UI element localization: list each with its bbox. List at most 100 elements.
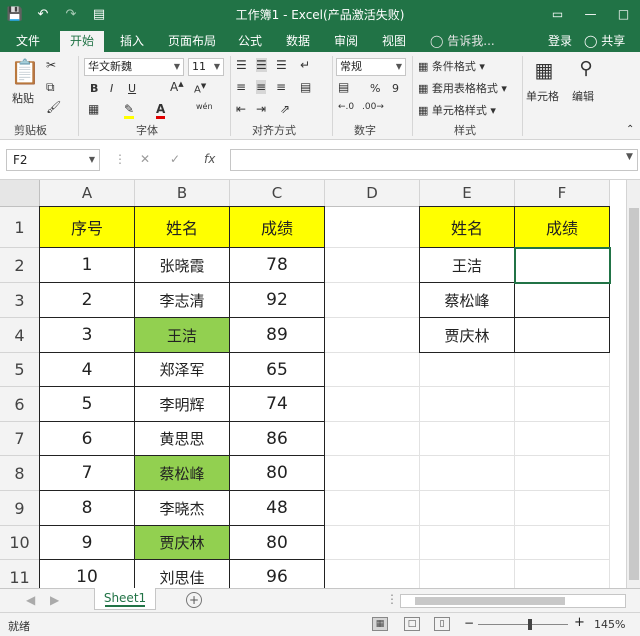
column-header-a[interactable]: A [40,180,135,207]
row-header-7[interactable]: 7 [0,422,40,456]
table-cell-e3[interactable]: 蔡松峰 [419,282,515,318]
share-button[interactable]: ◯ 共享 [584,31,625,52]
table-cell-b7[interactable]: 黄思思 [134,421,230,456]
sheet-tab[interactable]: Sheet1 [94,588,156,610]
page-layout-view-icon[interactable]: □ [404,617,420,631]
cell-d2[interactable] [325,248,420,283]
table-cell-b10[interactable]: 贾庆林 [134,525,230,560]
underline-button[interactable]: U [128,82,136,95]
cell-e8[interactable] [420,456,515,491]
table-cell-a9[interactable]: 8 [39,490,135,526]
ribbon-display-icon[interactable]: ▭ [541,0,574,28]
cell-f11[interactable] [515,560,610,588]
increase-font-icon[interactable]: A▲ [170,80,184,94]
scroll-thumb[interactable] [415,597,565,605]
enter-icon[interactable]: ✓ [170,152,180,166]
format-painter-icon[interactable]: 🖌 [46,100,61,114]
font-size-select[interactable]: 11 ▼ [188,58,224,76]
cell-e7[interactable] [420,422,515,456]
cell-d10[interactable] [325,526,420,560]
cell-f6[interactable] [515,387,610,422]
cell-d1[interactable] [325,207,420,248]
editing-button[interactable]: 编辑 [572,88,594,104]
cell-f5[interactable] [515,353,610,387]
number-format-select[interactable]: 常规 ▼ [336,58,406,76]
tab-file[interactable]: 文件 [6,31,50,52]
table-cell-c10[interactable]: 80 [229,525,325,560]
cell-f7[interactable] [515,422,610,456]
percent-button[interactable]: % [370,82,380,95]
cell-e5[interactable] [420,353,515,387]
column-header-e[interactable]: E [420,180,515,207]
table-cell-b1[interactable]: 姓名 [134,206,230,248]
fill-color-icon[interactable]: ✎ [124,102,135,119]
cell-styles-button[interactable]: ▦ 单元格样式 ▾ [418,102,496,118]
column-header-d[interactable]: D [325,180,420,207]
cell-d5[interactable] [325,353,420,387]
zoom-in-icon[interactable]: + [574,615,585,630]
worksheet-grid[interactable]: ABCDEF 1 2 3 4 5 6 7 8 9 10 11 序号 姓名 成绩 1 张晓霞 78 2 李志清 92 3… [0,180,626,588]
column-header-c[interactable]: C [230,180,325,207]
cells-icon[interactable]: ▦ [530,58,558,82]
increase-decimal-button[interactable]: ←.0 [338,102,354,112]
horizontal-scrollbar[interactable] [400,594,626,608]
table-cell-b4[interactable]: 王洁 [134,317,230,353]
table-cell-f3[interactable] [514,282,610,318]
font-color-icon[interactable]: A [156,102,166,119]
table-cell-a11[interactable]: 10 [39,559,135,588]
align-right-icon[interactable]: ≡ [276,80,286,94]
table-cell-c4[interactable]: 89 [229,317,325,353]
cell-f9[interactable] [515,491,610,526]
cell-e9[interactable] [420,491,515,526]
tab-insert[interactable]: 插入 [110,31,154,52]
cells-button[interactable]: 单元格 [526,88,559,104]
paste-icon[interactable]: 📋 [10,58,40,86]
table-cell-c6[interactable]: 74 [229,386,325,422]
minimize-icon[interactable]: — [574,0,607,28]
row-header-4[interactable]: 4 [0,318,40,353]
collapse-ribbon-icon[interactable]: ⌃ [626,124,634,135]
formula-input[interactable] [230,149,638,171]
row-header-10[interactable]: 10 [0,526,40,560]
table-cell-a10[interactable]: 9 [39,525,135,560]
zoom-slider[interactable] [478,624,568,625]
tab-view[interactable]: 视图 [372,31,416,52]
table-cell-e4[interactable]: 贾庆林 [419,317,515,353]
table-cell-a7[interactable]: 6 [39,421,135,456]
table-cell-c11[interactable]: 96 [229,559,325,588]
orientation-icon[interactable]: ⇗ [280,102,290,116]
tab-review[interactable]: 审阅 [324,31,368,52]
column-header-f[interactable]: F [515,180,610,207]
cell-d7[interactable] [325,422,420,456]
table-cell-f4[interactable] [514,317,610,353]
table-cell-a3[interactable]: 2 [39,282,135,318]
cell-e10[interactable] [420,526,515,560]
table-cell-b5[interactable]: 郑泽军 [134,352,230,387]
expand-formula-icon[interactable]: ▼ [626,152,633,162]
font-name-select[interactable]: 华文新魏 ▼ [84,58,184,76]
decrease-decimal-button[interactable]: .00→ [362,102,384,112]
copy-icon[interactable]: ⧉ [46,80,55,95]
cell-d11[interactable] [325,560,420,588]
decrease-indent-icon[interactable]: ⇤ [236,102,246,116]
table-cell-a2[interactable]: 1 [39,247,135,283]
table-cell-c1[interactable]: 成绩 [229,206,325,248]
comma-button[interactable]: 9 [392,82,399,95]
italic-button[interactable]: I [110,82,113,95]
decrease-font-icon[interactable]: A▼ [194,82,206,95]
cell-d9[interactable] [325,491,420,526]
row-header-9[interactable]: 9 [0,491,40,526]
conditional-format-button[interactable]: ▦ 条件格式 ▾ [418,58,485,74]
cancel-icon[interactable]: ✕ [140,152,150,166]
wrap-text-icon[interactable]: ↵ [300,58,310,72]
align-left-icon[interactable]: ≡ [236,80,246,94]
cell-d3[interactable] [325,283,420,318]
table-cell-f2[interactable] [514,247,610,283]
table-cell-a4[interactable]: 3 [39,317,135,353]
align-middle-icon[interactable]: ☰ [256,58,267,72]
phonetic-button[interactable]: wén [196,102,213,111]
prev-sheet-icon[interactable]: ◀ [26,593,35,607]
row-header-11[interactable]: 11 [0,560,40,588]
maximize-icon[interactable]: □ [607,0,640,28]
table-cell-c9[interactable]: 48 [229,490,325,526]
